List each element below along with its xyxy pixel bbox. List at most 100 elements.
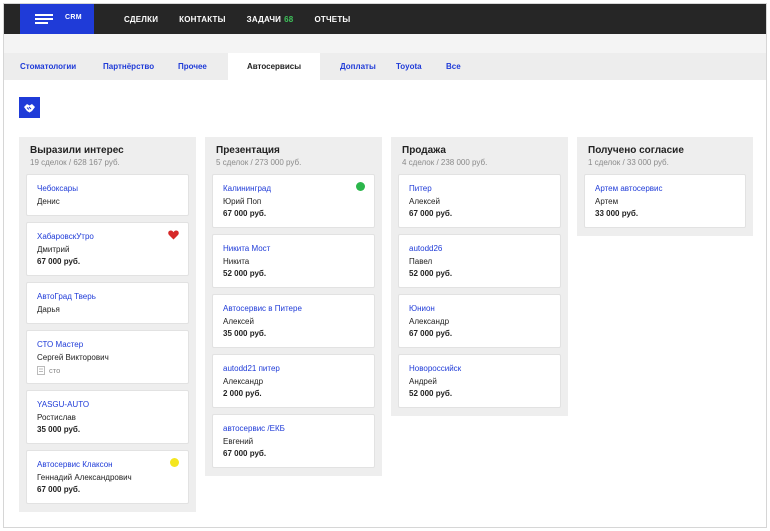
deal-card[interactable]: Артем автосервис Артем 33 000 руб. xyxy=(584,174,746,228)
contact-name: Евгений xyxy=(223,437,254,446)
contact-name: Сергей Викторович xyxy=(37,353,109,362)
contact-name: Александр xyxy=(223,377,264,386)
deal-tag: сто xyxy=(37,366,178,375)
column-summary: 5 сделок / 273 000 руб. xyxy=(216,158,302,167)
yellow-status-dot xyxy=(170,458,179,467)
nav-tasks[interactable]: ЗАДАЧИ 68 xyxy=(247,15,294,24)
deal-name[interactable]: Автосервис в Питере xyxy=(223,304,364,313)
deal-price: 35 000 руб. xyxy=(37,425,81,434)
deal-price: 67 000 руб. xyxy=(409,329,453,338)
app-label: CRM xyxy=(65,14,82,21)
nav-contacts[interactable]: КОНТАКТЫ xyxy=(179,15,225,24)
contact-name: Юрий Поп xyxy=(223,197,262,206)
crm-menu-button[interactable]: CRM xyxy=(20,4,94,34)
deal-name[interactable]: ХабаровскУтро xyxy=(37,232,178,241)
deal-name[interactable]: Калининград xyxy=(223,184,364,193)
contact-name: Ростислав xyxy=(37,413,76,422)
contact-name: Александр xyxy=(409,317,450,326)
stage-column-consent: Получено согласие 1 сделок / 33 000 руб.… xyxy=(577,137,753,236)
deal-name[interactable]: YASGU-AUTO xyxy=(37,400,178,409)
contact-name: Дарья xyxy=(37,305,60,314)
tab-all[interactable]: Все xyxy=(446,53,461,80)
deal-name[interactable]: Новороссийск xyxy=(409,364,550,373)
deal-price: 35 000 руб. xyxy=(223,329,267,338)
pipeline-board: Выразили интерес 19 сделок / 628 167 руб… xyxy=(4,80,766,527)
deal-card[interactable]: АвтоГрад Тверь Дарья xyxy=(26,282,189,324)
heart-icon xyxy=(168,230,179,240)
deal-price: 67 000 руб. xyxy=(409,209,453,218)
deal-name[interactable]: Артем автосервис xyxy=(595,184,735,193)
deal-card[interactable]: Новороссийск Андрей 52 000 руб. xyxy=(398,354,561,408)
deal-name[interactable]: autodd21 питер xyxy=(223,364,364,373)
nav-deals[interactable]: СДЕЛКИ xyxy=(124,15,158,24)
deal-card[interactable]: Юнион Александр 67 000 руб. xyxy=(398,294,561,348)
nav-reports[interactable]: ОТЧЕТЫ xyxy=(314,15,350,24)
tab-partnership[interactable]: Партнёрство xyxy=(103,53,154,80)
deal-card[interactable]: ХабаровскУтро Дмитрий 67 000 руб. xyxy=(26,222,189,276)
deal-name[interactable]: Питер xyxy=(409,184,550,193)
deal-name[interactable]: Юнион xyxy=(409,304,550,313)
tab-autoservices[interactable]: Автосервисы xyxy=(228,53,320,80)
contact-name: Андрей xyxy=(409,377,437,386)
deal-card[interactable]: Калининград Юрий Поп 67 000 руб. xyxy=(212,174,375,228)
deal-name[interactable]: АвтоГрад Тверь xyxy=(37,292,178,301)
contact-name: Геннадий Александрович xyxy=(37,473,132,482)
deal-price: 52 000 руб. xyxy=(223,269,267,278)
contact-name: Алексей xyxy=(223,317,254,326)
deal-card[interactable]: Автосервис Клаксон Геннадий Александрови… xyxy=(26,450,189,504)
column-summary: 19 сделок / 628 167 руб. xyxy=(30,158,120,167)
tab-surcharges[interactable]: Доплаты xyxy=(340,53,376,80)
column-title: Продажа xyxy=(402,145,446,156)
tab-toyota[interactable]: Toyota xyxy=(396,53,422,80)
deal-card[interactable]: autodd21 питер Александр 2 000 руб. xyxy=(212,354,375,408)
deal-card[interactable]: Никита Мост Никита 52 000 руб. xyxy=(212,234,375,288)
deal-card[interactable]: Питер Алексей 67 000 руб. xyxy=(398,174,561,228)
nav-tasks-label: ЗАДАЧИ xyxy=(246,14,282,24)
deal-card[interactable]: autodd26 Павел 52 000 руб. xyxy=(398,234,561,288)
deal-name[interactable]: автосервис /ЕКБ xyxy=(223,424,364,433)
deal-card[interactable]: Чебоксары Денис xyxy=(26,174,189,216)
contact-name: Дмитрий xyxy=(37,245,70,254)
deal-name[interactable]: Никита Мост xyxy=(223,244,364,253)
top-nav: СДЕЛКИ КОНТАКТЫ ЗАДАЧИ 68 ОТЧЕТЫ xyxy=(124,4,371,34)
deal-card[interactable]: автосервис /ЕКБ Евгений 67 000 руб. xyxy=(212,414,375,468)
column-title: Выразили интерес xyxy=(30,145,124,156)
deal-card[interactable]: Автосервис в Питере Алексей 35 000 руб. xyxy=(212,294,375,348)
document-icon xyxy=(37,366,45,375)
column-summary: 4 сделок / 238 000 руб. xyxy=(402,158,488,167)
deal-price: 67 000 руб. xyxy=(223,209,267,218)
stage-column-interest: Выразили интерес 19 сделок / 628 167 руб… xyxy=(19,137,196,512)
handshake-icon xyxy=(24,103,35,112)
deal-price: 52 000 руб. xyxy=(409,389,453,398)
stage-column-sale: Продажа 4 сделок / 238 000 руб. Питер Ал… xyxy=(391,137,568,416)
deal-price: 67 000 руб. xyxy=(37,257,81,266)
stage-column-presentation: Презентация 5 сделок / 273 000 руб. Кали… xyxy=(205,137,382,476)
deal-name[interactable]: autodd26 xyxy=(409,244,550,253)
tag-label: сто xyxy=(49,366,61,375)
deal-card[interactable]: СТО Мастер Сергей Викторович сто xyxy=(26,330,189,384)
top-bar: CRM СДЕЛКИ КОНТАКТЫ ЗАДАЧИ 68 ОТЧЕТЫ xyxy=(4,4,766,34)
contact-name: Артем xyxy=(595,197,619,206)
tab-other[interactable]: Прочее xyxy=(178,53,207,80)
app-frame: CRM СДЕЛКИ КОНТАКТЫ ЗАДАЧИ 68 ОТЧЕТЫ Стом… xyxy=(3,3,767,528)
deal-price: 67 000 руб. xyxy=(37,485,81,494)
handshake-button[interactable] xyxy=(19,97,40,118)
tab-dentistry[interactable]: Стоматологии xyxy=(20,53,76,80)
column-title: Получено согласие xyxy=(588,145,684,156)
contact-name: Никита xyxy=(223,257,250,266)
contact-name: Павел xyxy=(409,257,433,266)
column-summary: 1 сделок / 33 000 руб. xyxy=(588,158,669,167)
deal-name[interactable]: СТО Мастер xyxy=(37,340,178,349)
deal-price: 67 000 руб. xyxy=(223,449,267,458)
deal-price: 33 000 руб. xyxy=(595,209,639,218)
pipeline-tabs: Стоматологии Партнёрство Прочее Автосерв… xyxy=(4,53,766,80)
contact-name: Денис xyxy=(37,197,60,206)
deal-price: 2 000 руб. xyxy=(223,389,262,398)
deal-card[interactable]: YASGU-AUTO Ростислав 35 000 руб. xyxy=(26,390,189,444)
deal-name[interactable]: Автосервис Клаксон xyxy=(37,460,178,469)
deal-name[interactable]: Чебоксары xyxy=(37,184,178,193)
green-status-dot xyxy=(356,182,365,191)
task-count-badge: 68 xyxy=(284,14,294,24)
column-title: Презентация xyxy=(216,145,280,156)
hamburger-icon xyxy=(35,14,53,25)
